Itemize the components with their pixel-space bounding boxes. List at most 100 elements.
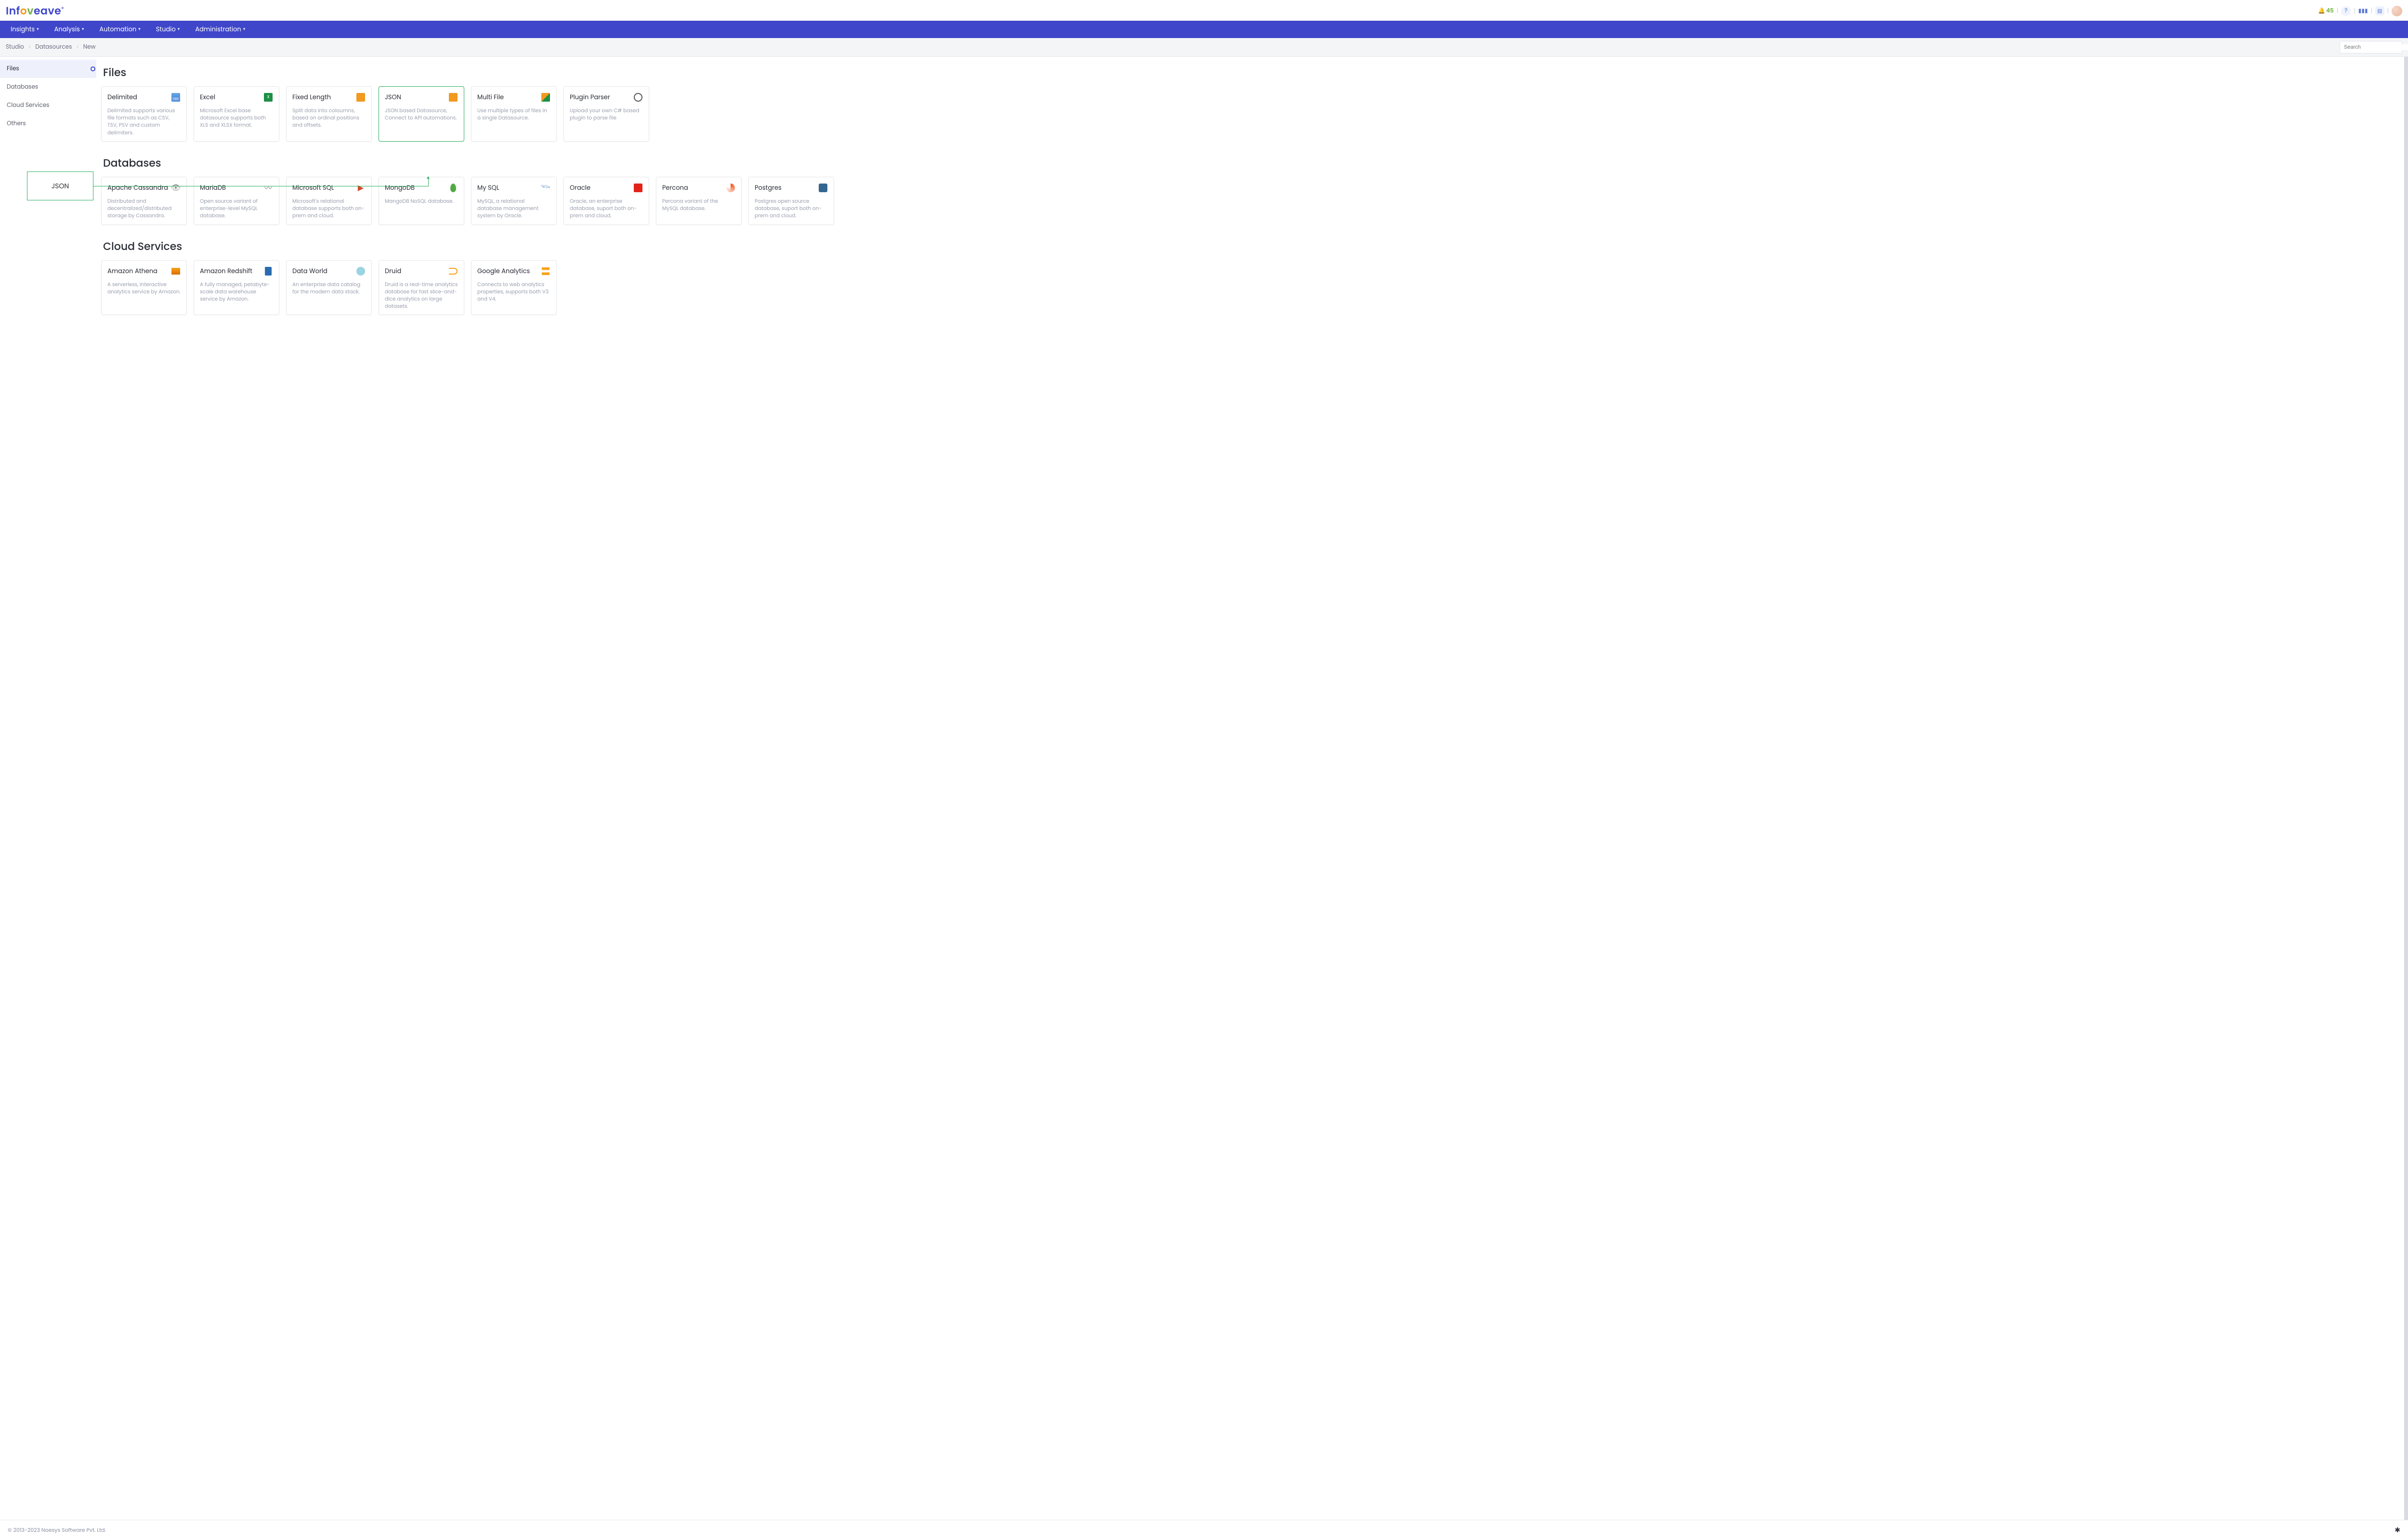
athena-icon bbox=[171, 266, 181, 276]
nav-analysis[interactable]: Analysis bbox=[48, 21, 91, 38]
files-grid: Delimited Delimited supports various fil… bbox=[101, 86, 2399, 142]
card-google-analytics[interactable]: Google Analytics Connects to web analyti… bbox=[471, 260, 557, 316]
sidebar-item-cloud-services[interactable]: Cloud Services bbox=[0, 96, 96, 115]
sidebar-item-others[interactable]: Others bbox=[0, 115, 96, 133]
brand-part-4: eave bbox=[34, 3, 61, 18]
user-avatar[interactable] bbox=[2392, 6, 2402, 16]
top-bar: Infoveave® 🔔 45 | ? | ▮▮▮ | ▤ | bbox=[0, 0, 2408, 21]
sidebar-item-label: Cloud Services bbox=[7, 101, 50, 109]
brand-logo[interactable]: Infoveave® bbox=[6, 3, 64, 19]
card-multi-file[interactable]: Multi File Use multiple types of files i… bbox=[471, 86, 557, 142]
card-mariadb[interactable]: MariaDB 〰 Open source variant of enterpri… bbox=[194, 177, 279, 225]
nav-insights[interactable]: Insights bbox=[4, 21, 46, 38]
library-icon[interactable]: ▮▮▮ bbox=[2358, 7, 2368, 15]
card-description: Microsoft's relational database supports… bbox=[292, 197, 366, 220]
page-body: JSON Files Databases Cloud Services Othe… bbox=[0, 57, 2408, 1520]
bell-icon: 🔔 bbox=[2318, 7, 2325, 15]
card-title: MariaDB bbox=[200, 183, 226, 193]
notifications-button[interactable]: 🔔 45 bbox=[2318, 7, 2334, 15]
card-mongodb[interactable]: MongoDB MangoDB NoSQL database. bbox=[379, 177, 464, 225]
nav-studio[interactable]: Studio bbox=[149, 21, 187, 38]
card-description: Druid is a real-time analytics database … bbox=[385, 281, 458, 310]
mssql-icon: ▶ bbox=[356, 183, 366, 193]
sidebar-item-files[interactable]: Files bbox=[0, 60, 96, 78]
card-json[interactable]: JSON JSON based Datasource, Connect to A… bbox=[379, 86, 464, 142]
card-description: Percona variant of the MySQL database. bbox=[662, 197, 735, 212]
sidebar-item-label: Files bbox=[7, 65, 19, 73]
card-title: Excel bbox=[200, 92, 215, 102]
sidebar-item-label: Databases bbox=[7, 83, 38, 91]
multi-file-icon bbox=[541, 92, 550, 102]
separator: | bbox=[2354, 7, 2356, 15]
dashboard-icon[interactable]: ▤ bbox=[2375, 6, 2384, 15]
top-icon-cluster: 🔔 45 | ? | ▮▮▮ | ▤ | bbox=[2318, 6, 2402, 16]
chevron-right-icon: › bbox=[77, 43, 78, 52]
card-postgres[interactable]: Postgres Postgres open source database, … bbox=[748, 177, 834, 225]
card-title: Plugin Parser bbox=[570, 92, 610, 102]
nav-label: Automation bbox=[99, 25, 136, 34]
card-plugin-parser[interactable]: Plugin Parser Upload your own C# based p… bbox=[563, 86, 649, 142]
separator: | bbox=[2337, 7, 2339, 15]
percona-icon bbox=[726, 183, 735, 193]
card-title: Data World bbox=[292, 266, 327, 276]
card-percona[interactable]: Percona Percona variant of the MySQL dat… bbox=[656, 177, 742, 225]
card-oracle[interactable]: Oracle Oracle, an enterprise database, s… bbox=[563, 177, 649, 225]
card-title: JSON bbox=[385, 92, 401, 102]
notifications-count: 45 bbox=[2326, 7, 2334, 15]
card-description: Microsoft Excel base datasource supports… bbox=[200, 107, 273, 129]
card-title: Oracle bbox=[570, 183, 590, 193]
mariadb-icon: 〰 bbox=[263, 183, 273, 193]
sidebar-item-databases[interactable]: Databases bbox=[0, 78, 96, 96]
card-druid[interactable]: Druid Druid is a real-time analytics dat… bbox=[379, 260, 464, 316]
card-title: Fixed Length bbox=[292, 92, 331, 102]
card-amazon-athena[interactable]: Amazon Athena A serverless, interactive … bbox=[101, 260, 187, 316]
card-data-world[interactable]: Data World An enterprise data catalog fo… bbox=[286, 260, 372, 316]
databases-grid: Apache Cassandra👁 Distributed and decent… bbox=[101, 177, 2399, 225]
section-heading-files: Files bbox=[103, 65, 2399, 80]
card-description: Open source variant of enterprise-level … bbox=[200, 197, 273, 220]
nav-label: Studio bbox=[156, 25, 176, 34]
card-delimited[interactable]: Delimited Delimited supports various fil… bbox=[101, 86, 187, 142]
plugin-icon bbox=[633, 92, 643, 102]
nav-label: Administration bbox=[195, 25, 241, 34]
dataworld-icon bbox=[356, 266, 366, 276]
section-heading-cloud: Cloud Services bbox=[103, 238, 2399, 254]
card-description: Split data into coloumns, based on ordin… bbox=[292, 107, 366, 129]
google-analytics-icon bbox=[541, 266, 550, 276]
mongodb-icon bbox=[448, 183, 458, 193]
card-mysql[interactable]: My SQL𓆝 MySQL, a relational database man… bbox=[471, 177, 557, 225]
card-cassandra[interactable]: Apache Cassandra👁 Distributed and decent… bbox=[101, 177, 187, 225]
search-input[interactable] bbox=[2344, 44, 2408, 50]
breadcrumb-studio[interactable]: Studio bbox=[6, 43, 24, 52]
json-icon bbox=[448, 92, 458, 102]
card-title: Microsoft SQL bbox=[292, 183, 334, 193]
card-microsoft-sql[interactable]: Microsoft SQL ▶ Microsoft's relational da… bbox=[286, 177, 372, 225]
breadcrumb-datasources[interactable]: Datasources bbox=[35, 43, 72, 52]
json-callout-box: JSON bbox=[27, 171, 93, 200]
card-description: Distributed and decentralized/distribute… bbox=[107, 197, 181, 220]
card-title: Delimited bbox=[107, 92, 137, 102]
card-excel[interactable]: ExcelX Microsoft Excel base datasource s… bbox=[194, 86, 279, 142]
card-description: Delimited supports various file formats … bbox=[107, 107, 181, 136]
nav-administration[interactable]: Administration bbox=[188, 21, 252, 38]
card-title: Amazon Athena bbox=[107, 266, 157, 276]
card-description: A fully managed, petabyte-scale data war… bbox=[200, 281, 273, 303]
card-description: Connects to web analytics properties, su… bbox=[477, 281, 550, 303]
card-description: JSON based Datasource, Connect to API au… bbox=[385, 107, 458, 121]
card-title: Multi File bbox=[477, 92, 504, 102]
section-heading-databases: Databases bbox=[103, 155, 2399, 171]
card-description: Oracle, an enterprise database, suport b… bbox=[570, 197, 643, 220]
card-fixed-length[interactable]: Fixed Length Split data into coloumns, b… bbox=[286, 86, 372, 142]
help-button[interactable]: ? bbox=[2341, 6, 2351, 16]
content-area: Files Delimited Delimited supports vario… bbox=[96, 57, 2408, 1520]
card-amazon-redshift[interactable]: Amazon Redshift A fully managed, petabyt… bbox=[194, 260, 279, 316]
trademark-icon: ® bbox=[61, 5, 64, 13]
card-description: An enterprise data catalog for the moder… bbox=[292, 281, 366, 295]
main-nav: Insights Analysis Automation Studio Admi… bbox=[0, 21, 2408, 38]
csv-file-icon bbox=[171, 92, 181, 102]
separator: | bbox=[2371, 7, 2373, 15]
search-box[interactable]: 🔍 bbox=[2340, 41, 2402, 53]
nav-automation[interactable]: Automation bbox=[92, 21, 147, 38]
card-title: MongoDB bbox=[385, 183, 415, 193]
callout-arrow-up-icon bbox=[428, 178, 429, 186]
